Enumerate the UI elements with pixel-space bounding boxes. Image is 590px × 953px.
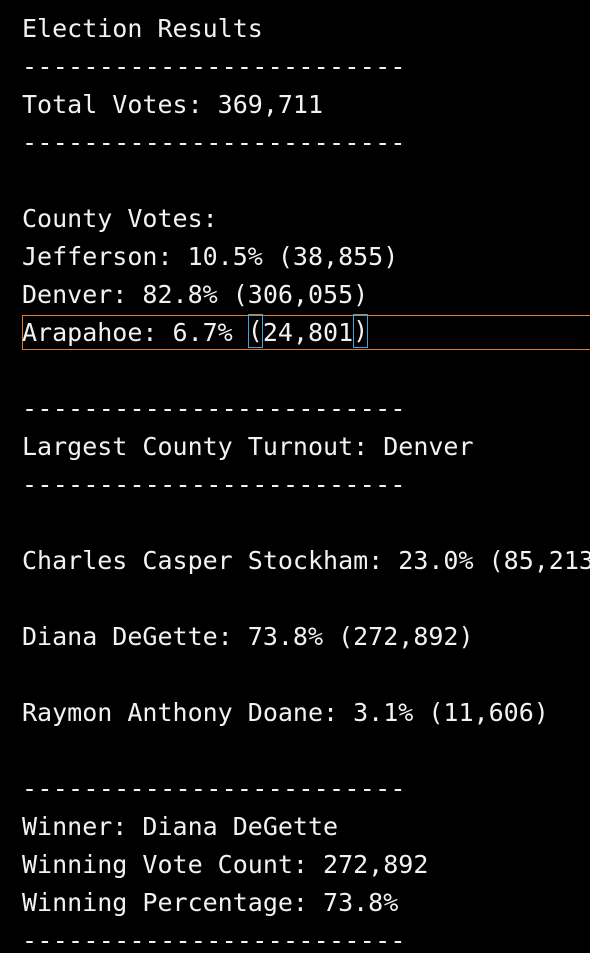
county-row-denver: Denver: 82.8% (306,055)	[22, 280, 369, 309]
county-row-arapahoe[interactable]: Arapahoe: 6.7% (24,801)	[22, 314, 369, 352]
bracket-match-close: )	[353, 314, 369, 348]
report-title: Election Results	[22, 14, 263, 43]
separator-line: -------------------------	[22, 52, 406, 81]
terminal-output[interactable]: Election Results -----------------------…	[0, 0, 590, 953]
separator-line: -------------------------	[22, 128, 406, 157]
winning-vote-count: Winning Vote Count: 272,892	[22, 850, 429, 879]
separator-line: -------------------------	[22, 774, 406, 803]
candidate-row-degette: Diana DeGette: 73.8% (272,892)	[22, 622, 474, 651]
winner-name: Winner: Diana DeGette	[22, 812, 339, 841]
county-row-arapahoe-label: Arapahoe: 6.7%	[22, 318, 248, 347]
candidate-row-doane: Raymon Anthony Doane: 3.1% (11,606)	[22, 698, 549, 727]
total-votes: Total Votes: 369,711	[22, 90, 324, 119]
separator-line: -------------------------	[22, 394, 406, 423]
largest-county-turnout: Largest County Turnout: Denver	[22, 432, 474, 461]
candidate-row-stockham: Charles Casper Stockham: 23.0% (85,213)	[22, 546, 590, 575]
county-row-jefferson: Jefferson: 10.5% (38,855)	[22, 242, 399, 271]
separator-line: -------------------------	[22, 470, 406, 499]
bracket-match-open: (	[247, 314, 263, 348]
county-row-arapahoe-value: 24,801	[262, 318, 354, 347]
separator-line: -------------------------	[22, 926, 406, 953]
county-votes-header: County Votes:	[22, 204, 218, 233]
winning-percentage: Winning Percentage: 73.8%	[22, 888, 399, 917]
